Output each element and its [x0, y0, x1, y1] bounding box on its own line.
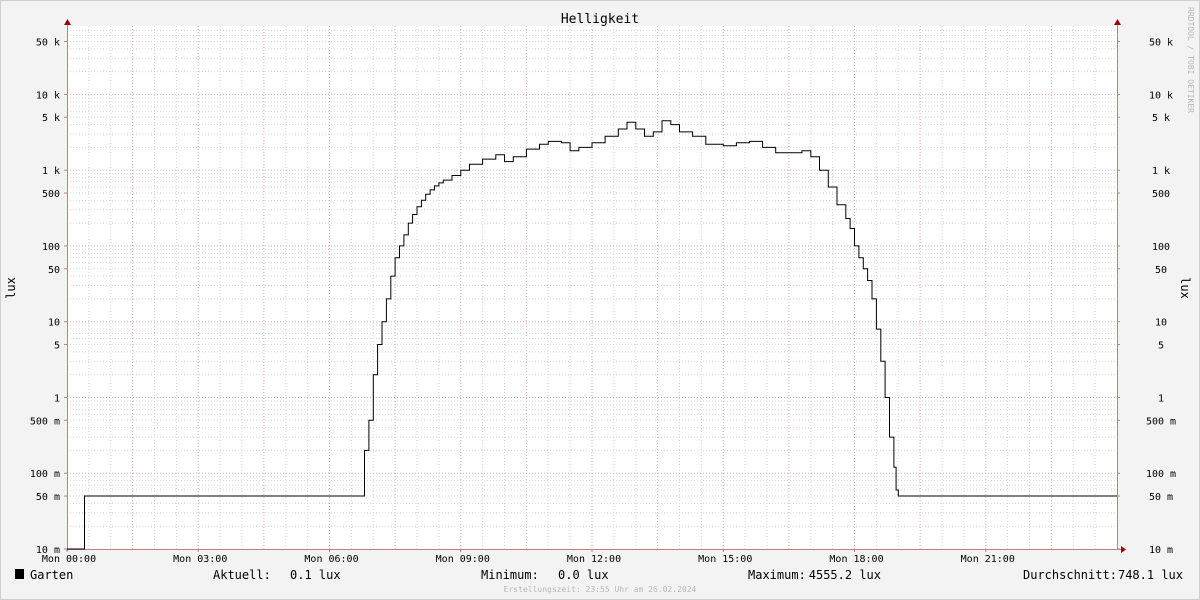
y-tick-label-left: 10 k	[36, 90, 60, 101]
y-tick-label-right: 10 m	[1149, 545, 1173, 556]
y-tick-label-right: 50	[1155, 265, 1167, 276]
x-tick-label: Mon 09:00	[436, 554, 490, 565]
x-tick-label: Mon 12:00	[567, 554, 621, 565]
legend-min-label: Minimum:	[481, 568, 539, 582]
legend-current-label: Aktuell:	[213, 568, 271, 582]
x-tick-label: Mon 21:00	[961, 554, 1015, 565]
y-tick-label-left: 1 k	[42, 166, 60, 177]
legend-max-label: Maximum:	[748, 568, 806, 582]
y-tick-label-right: 1	[1158, 393, 1164, 404]
y-tick-label-left: 500 m	[30, 416, 60, 427]
y-tick-label-left: 1	[54, 393, 60, 404]
y-axis-label-right: lux	[1178, 277, 1192, 299]
y-tick-label-left: 500	[42, 189, 60, 200]
legend-current-value: 0.1 lux	[290, 568, 341, 582]
y-tick-label-left: 50	[48, 265, 60, 276]
legend-series-name: Garten	[30, 568, 73, 582]
legend-min-value: 0.0 lux	[558, 568, 609, 582]
x-tick-label: Mon 06:00	[304, 554, 358, 565]
y-tick-label-left: 5	[54, 341, 60, 352]
rrd-graph: 10 m 10 m 50 m 50 m 100 m 100 m 500 m 500 m1155…	[0, 0, 1200, 600]
y-tick-label-left: 100 m	[30, 469, 60, 480]
y-tick-label-right: 1 k	[1152, 166, 1170, 177]
chart-title: Helligkeit	[561, 12, 639, 27]
y-tick-label-left: 5 k	[42, 113, 60, 124]
y-axis-label-left: lux	[4, 277, 18, 299]
watermark: RRDTOOL / TOBI OETIKER	[1186, 7, 1195, 113]
legend-swatch	[15, 569, 24, 579]
legend-max-value: 4555.2 lux	[809, 568, 881, 582]
x-tick-label: Mon 15:00	[698, 554, 752, 565]
y-tick-label-left: 50 k	[36, 37, 60, 48]
y-tick-label-right: 10 k	[1149, 90, 1173, 101]
footer-timestamp: Erstellungszeit: 23:55 Uhr am 26.02.2024	[504, 585, 697, 594]
y-tick-label-right: 500	[1152, 189, 1170, 200]
y-tick-label-left: 10	[48, 318, 60, 329]
y-tick-label-right: 50 m	[1149, 492, 1173, 503]
y-tick-label-right: 100	[1152, 242, 1170, 253]
legend-avg-value: 748.1 lux	[1118, 568, 1183, 582]
y-tick-label-left: 50 m	[36, 492, 60, 503]
y-tick-label-right: 5	[1158, 341, 1164, 352]
y-tick-label-right: 500 m	[1146, 416, 1176, 427]
y-tick-label-left: 100	[42, 242, 60, 253]
y-tick-label-right: 10	[1155, 318, 1167, 329]
y-tick-label-right: 100 m	[1146, 469, 1176, 480]
y-tick-label-right: 50 k	[1149, 37, 1173, 48]
x-tick-label: Mon 03:00	[173, 554, 227, 565]
x-tick-label: Mon 00:00	[42, 554, 96, 565]
legend-avg-label: Durchschnitt:	[1023, 568, 1117, 582]
y-tick-label-right: 5 k	[1152, 113, 1170, 124]
chart-svg: 10 m 10 m50 m 50 m100 m 100 m500 m 500 m1 15 5…	[0, 0, 1200, 600]
x-tick-label: Mon 18:00	[829, 554, 883, 565]
